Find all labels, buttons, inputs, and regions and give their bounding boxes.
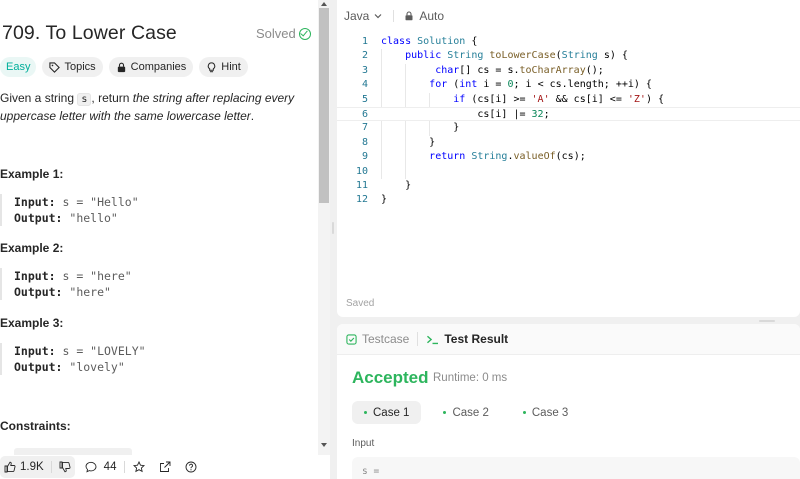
input-value-box: s =	[352, 457, 800, 479]
scrollbar-thumb[interactable]	[319, 8, 329, 203]
inline-code: s	[77, 93, 92, 106]
pass-dot-icon	[522, 411, 526, 414]
comments-count: 44	[103, 461, 117, 473]
language-label: Java	[344, 9, 370, 23]
editor-toolbar: Java Auto	[337, 0, 800, 32]
horizontal-resize-handle[interactable]	[337, 317, 800, 324]
tag-icon	[49, 61, 61, 73]
example-box: Input: s = "Hello" Output: "hello"	[0, 194, 139, 226]
result-panel: Testcase Test Result Accepted Runtime: 0…	[337, 324, 800, 479]
code-line-current: 6 cs[i] |= 32;	[337, 106, 800, 122]
example-heading: Example 1:	[0, 167, 64, 181]
divider	[417, 332, 419, 346]
divider	[393, 10, 395, 22]
divider	[50, 461, 52, 473]
tab-testcase[interactable]: Testcase	[346, 332, 409, 346]
share-icon	[160, 461, 171, 472]
code-line: 4 for (int i = 0; i < cs.length; ++i) {	[361, 79, 652, 91]
likes-count: 1.9K	[20, 461, 44, 473]
code-line: 7 }	[361, 122, 460, 134]
comment-icon	[85, 461, 97, 473]
terminal-icon	[427, 335, 439, 344]
code-editor-panel: Java Auto 1 class Solution { 2 public Str…	[337, 0, 800, 317]
code-line: 2 public String toLowerCase(String s) {	[361, 50, 628, 62]
pass-dot-icon	[364, 411, 367, 414]
star-icon	[133, 461, 146, 473]
hint-tag[interactable]: Hint	[199, 57, 248, 77]
favorite-button[interactable]	[129, 456, 149, 478]
mode-label: Auto	[419, 9, 445, 23]
code-line: 3 char[] cs = s.toCharArray();	[361, 64, 604, 76]
code-line: 8 }	[361, 136, 436, 148]
vote-group: 1.9K	[0, 456, 75, 478]
input-label: Input	[352, 438, 375, 449]
solved-status: Solved	[256, 26, 311, 41]
case-tab[interactable]: Case 3	[511, 401, 580, 424]
thumbs-down-icon[interactable]	[59, 461, 71, 473]
divider	[124, 461, 126, 473]
comments-button[interactable]: 44	[81, 456, 121, 478]
example-heading: Example 2:	[0, 241, 64, 255]
problem-tags: Easy Topics Companies Hint	[0, 57, 248, 77]
verdict-label: Accepted	[352, 368, 429, 387]
result-tabs: Testcase Test Result	[337, 324, 800, 355]
problem-description: Given a string s, return the string afte…	[0, 91, 295, 123]
vertical-resize-handle[interactable]	[330, 0, 337, 479]
language-selector[interactable]: Java	[344, 9, 383, 23]
example-heading: Example 3:	[0, 316, 64, 330]
topics-tag[interactable]: Topics	[42, 57, 103, 77]
case-tab[interactable]: Case 1	[352, 401, 422, 424]
constraints-heading: Constraints:	[0, 419, 71, 433]
save-status: Saved	[346, 298, 375, 309]
runtime-label: Runtime: 0 ms	[433, 372, 508, 384]
code-area[interactable]: 1 class Solution { 2 public String toLowe…	[337, 35, 800, 208]
lock-icon	[405, 11, 413, 21]
help-button[interactable]	[181, 456, 201, 478]
code-line: 10	[355, 165, 368, 177]
code-line: 12}	[355, 194, 388, 206]
lightbulb-icon	[208, 61, 216, 72]
code-line: 9 return String.valueOf(cs);	[361, 151, 586, 163]
difficulty-badge[interactable]: Easy	[0, 57, 37, 77]
case-tabs: Case 1 Case 2 Case 3	[352, 401, 580, 424]
grip	[332, 222, 334, 234]
case-tab[interactable]: Case 2	[431, 401, 500, 424]
thumbs-up-icon[interactable]	[4, 461, 16, 473]
chevron-down-icon	[374, 14, 382, 19]
checkbox-icon	[346, 333, 357, 345]
grip	[759, 320, 775, 322]
pass-dot-icon	[443, 411, 447, 414]
problem-panel: 709. To Lower Case Solved Easy Topics Co…	[0, 0, 318, 479]
tab-test-result[interactable]: Test Result	[426, 332, 508, 346]
scroll-down-arrow-icon[interactable]	[321, 443, 327, 447]
solved-label: Solved	[256, 26, 296, 41]
problem-action-bar: 1.9K 44	[0, 455, 330, 479]
description-scrollbar[interactable]	[318, 0, 330, 455]
code-line: 1 class Solution {	[361, 36, 478, 47]
scroll-up-arrow-icon[interactable]	[321, 2, 327, 6]
example-box: Input: s = "LOVELY" Output: "lovely"	[0, 343, 146, 375]
share-button[interactable]	[155, 456, 175, 478]
example-box: Input: s = "here" Output: "here"	[0, 268, 132, 300]
question-circle-icon	[186, 461, 197, 473]
lock-icon	[117, 62, 125, 72]
check-circle-icon	[298, 27, 311, 40]
problem-title: 709. To Lower Case	[2, 22, 177, 44]
auto-mode-toggle[interactable]: Auto	[404, 9, 444, 23]
code-line: 5 if (cs[i] >= 'A' && cs[i] <= 'Z') {	[361, 93, 664, 105]
companies-tag[interactable]: Companies	[108, 57, 194, 77]
code-line: 11 }	[355, 179, 412, 191]
